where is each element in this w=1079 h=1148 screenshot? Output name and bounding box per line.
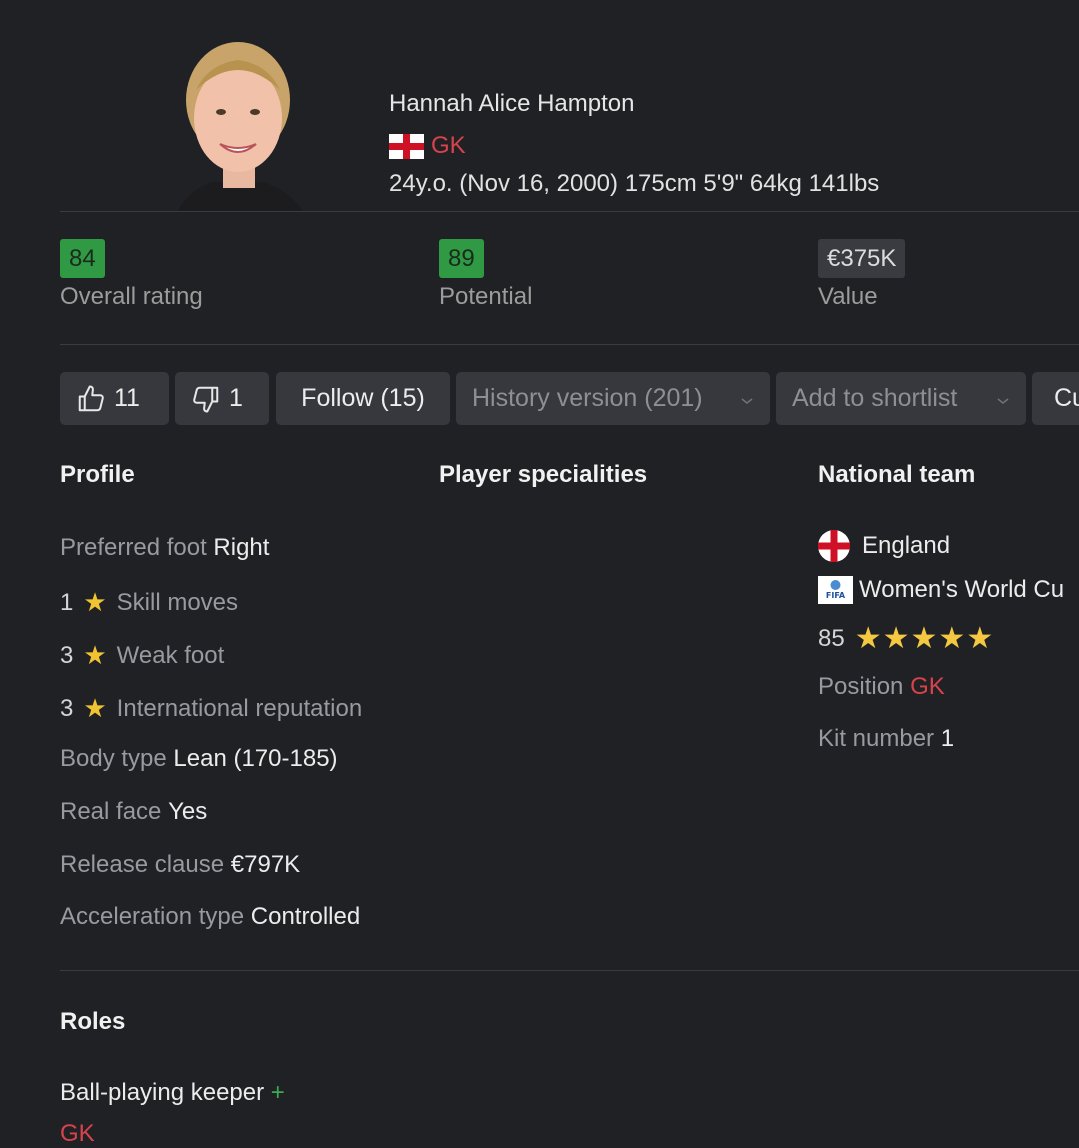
role-position-row: GK <box>60 1120 95 1148</box>
star-icon: ★ <box>83 693 107 723</box>
preferred-foot-row: Preferred foot Right <box>60 534 269 562</box>
overall-rating-badge: 84 <box>60 239 105 278</box>
real-face-value: Yes <box>168 798 208 825</box>
fifa-logo-icon: FIFA <box>818 576 853 604</box>
role-name: Ball-playing keeper <box>60 1079 265 1106</box>
potential-label: Potential <box>439 283 533 310</box>
value-badge: €375K <box>818 239 906 278</box>
national-team-position[interactable]: GK <box>910 673 945 701</box>
skill-moves-label: Skill moves <box>116 588 239 616</box>
roles-title: Roles <box>60 1008 126 1035</box>
international-reputation-value: 3 <box>60 694 74 722</box>
international-reputation-row: 3 ★ International reputation <box>60 693 362 724</box>
weak-foot-row: 3 ★ Weak foot <box>60 640 224 671</box>
player-photo <box>168 40 308 211</box>
kit-number-row: Kit number 1 <box>818 725 954 753</box>
real-face-row: Real face Yes <box>60 798 207 826</box>
international-reputation-label: International reputation <box>116 694 363 722</box>
svg-text:FIFA: FIFA <box>826 591 846 600</box>
national-team-competition[interactable]: Women's World Cu <box>859 576 1064 604</box>
role-item: Ball-playing keeper + <box>60 1079 285 1107</box>
role-plus: + <box>270 1079 285 1106</box>
star-icon: ★ <box>83 587 107 617</box>
role-position[interactable]: GK <box>60 1120 95 1148</box>
potential-badge: 89 <box>439 239 484 278</box>
star-icon: ★ <box>938 622 966 655</box>
kit-number-value: 1 <box>940 725 955 752</box>
national-team-rating: 85 <box>818 624 845 652</box>
national-team-title: National team <box>818 461 976 488</box>
preferred-foot-label: Preferred foot <box>60 534 207 561</box>
weak-foot-label: Weak foot <box>116 641 225 669</box>
divider <box>60 970 1079 971</box>
star-icon: ★ <box>966 622 994 655</box>
value-label: Value <box>818 283 878 310</box>
national-team-country[interactable]: England <box>862 532 950 560</box>
national-team-position-label: Position <box>818 673 904 700</box>
skill-moves-value: 1 <box>60 588 74 616</box>
player-bio: 24y.o. (Nov 16, 2000) 175cm 5'9" 64kg 14… <box>389 170 880 197</box>
release-clause-label: Release clause <box>60 851 225 878</box>
divider <box>60 211 1079 212</box>
profile-title: Profile <box>60 461 135 488</box>
thumbs-up-icon <box>76 384 106 414</box>
player-position[interactable]: GK <box>431 132 466 160</box>
follow-button[interactable]: Follow (15) <box>276 372 450 425</box>
add-to-shortlist-dropdown[interactable]: Add to shortlist <box>776 372 1026 425</box>
cut-off-button-label: Cu <box>1054 384 1079 412</box>
acceleration-type-value: Controlled <box>250 903 361 930</box>
player-name: Hannah Alice Hampton <box>389 90 635 117</box>
add-to-shortlist-label: Add to shortlist <box>792 384 958 412</box>
release-clause-row: Release clause €797K <box>60 851 300 879</box>
player-specialities-title: Player specialities <box>439 461 648 488</box>
england-flag-icon <box>389 133 424 159</box>
like-button[interactable]: 11 <box>60 372 169 425</box>
body-type-row: Body type Lean (170-185) <box>60 745 338 773</box>
follow-label: Follow (15) <box>301 384 425 412</box>
overall-rating-label: Overall rating <box>60 283 203 310</box>
star-icon: ★ <box>882 622 910 655</box>
position-line: GK <box>389 132 466 160</box>
history-version-label: History version (201) <box>472 384 703 412</box>
value-stat: €375K Value <box>818 239 906 311</box>
overall-rating-stat: 84 Overall rating <box>60 239 203 311</box>
dislike-count: 1 <box>229 384 243 412</box>
chevron-down-icon <box>740 384 754 413</box>
body-type-label: Body type <box>60 745 167 772</box>
weak-foot-value: 3 <box>60 641 74 669</box>
real-face-label: Real face <box>60 798 162 825</box>
preferred-foot-value: Right <box>213 534 270 561</box>
england-flag-icon <box>818 530 850 562</box>
star-icon: ★ <box>854 622 882 655</box>
rating-stars: ★★★★★ <box>855 621 995 656</box>
acceleration-type-label: Acceleration type <box>60 903 245 930</box>
national-team-rating-row: 85 ★★★★★ <box>818 621 994 656</box>
skill-moves-row: 1 ★ Skill moves <box>60 587 238 618</box>
cut-off-button[interactable]: Cu <box>1032 372 1079 425</box>
history-version-dropdown[interactable]: History version (201) <box>456 372 770 425</box>
chevron-down-icon <box>996 384 1010 413</box>
potential-stat: 89 Potential <box>439 239 532 311</box>
national-team-competition-row[interactable]: FIFA Women's World Cu <box>818 576 1064 604</box>
star-icon: ★ <box>83 640 107 670</box>
national-team-country-row[interactable]: England <box>818 530 950 562</box>
national-team-position-row: Position GK <box>818 673 945 701</box>
release-clause-value: €797K <box>230 851 301 878</box>
dislike-button[interactable]: 1 <box>175 372 269 425</box>
divider <box>60 344 1079 345</box>
body-type-value: Lean (170-185) <box>173 745 338 772</box>
like-count: 11 <box>114 384 140 412</box>
acceleration-type-row: Acceleration type Controlled <box>60 903 360 931</box>
kit-number-label: Kit number <box>818 725 935 752</box>
star-icon: ★ <box>910 622 938 655</box>
thumbs-down-icon <box>191 384 221 414</box>
